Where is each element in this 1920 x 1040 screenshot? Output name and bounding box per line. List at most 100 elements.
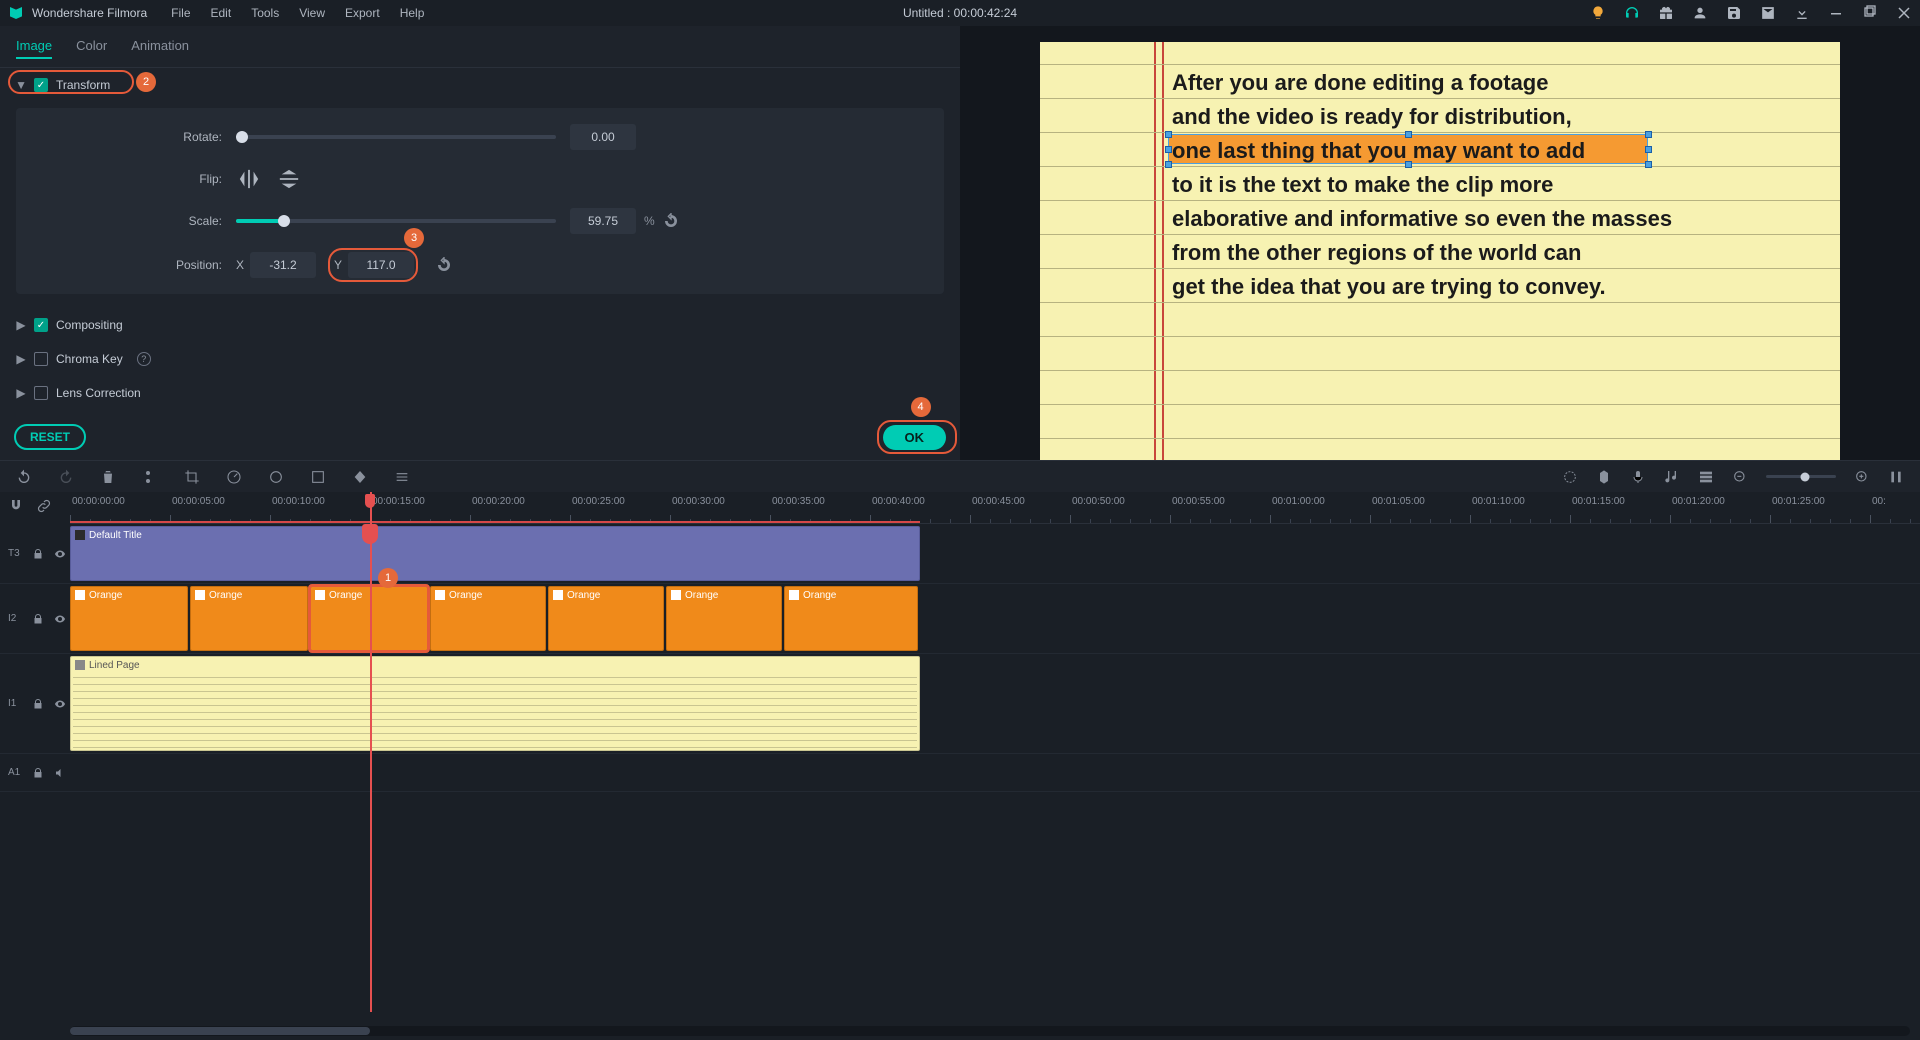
orange-clip[interactable]: Orange xyxy=(70,586,188,651)
tab-color[interactable]: Color xyxy=(76,34,107,59)
selection-handle[interactable] xyxy=(1165,146,1172,153)
split-icon[interactable] xyxy=(142,469,158,485)
section-lens-header[interactable]: ▶ Lens Correction xyxy=(12,376,948,410)
reset-button[interactable]: RESET xyxy=(14,424,86,450)
tab-image[interactable]: Image xyxy=(16,34,52,59)
lens-checkbox[interactable] xyxy=(34,386,48,400)
zoom-slider[interactable] xyxy=(1766,475,1836,478)
eye-icon[interactable] xyxy=(54,613,66,625)
flip-vertical-icon[interactable] xyxy=(276,168,302,190)
selection-handle[interactable] xyxy=(1645,131,1652,138)
render-icon[interactable] xyxy=(1562,469,1578,485)
speed-icon[interactable] xyxy=(226,469,242,485)
zoom-out-icon[interactable] xyxy=(1732,469,1748,485)
scale-slider[interactable] xyxy=(236,219,556,223)
user-icon[interactable] xyxy=(1692,5,1708,21)
selection-handle[interactable] xyxy=(1645,146,1652,153)
redo-icon[interactable] xyxy=(58,469,74,485)
magnet-icon[interactable] xyxy=(8,498,24,514)
mail-icon[interactable] xyxy=(1760,5,1776,21)
playhead-handle[interactable] xyxy=(365,494,375,508)
gift-icon[interactable] xyxy=(1658,5,1674,21)
lightbulb-icon[interactable] xyxy=(1590,5,1606,21)
eye-icon[interactable] xyxy=(54,548,66,560)
track-head-t3: T3 xyxy=(0,524,70,583)
menu-tools[interactable]: Tools xyxy=(251,6,279,20)
preview-viewport[interactable]: /*placeholder*/ After you are done editi… xyxy=(960,26,1920,518)
playhead-scissors-icon[interactable] xyxy=(362,524,378,544)
position-x-value[interactable]: -31.2 xyxy=(250,252,316,278)
link-icon[interactable] xyxy=(36,498,52,514)
download-icon[interactable] xyxy=(1794,5,1810,21)
section-compositing-header[interactable]: ▶ ✓ Compositing xyxy=(12,308,948,342)
lock-icon[interactable] xyxy=(32,767,44,779)
transform-checkbox[interactable]: ✓ xyxy=(34,78,48,92)
zoom-fit-icon[interactable] xyxy=(1888,469,1904,485)
track-manager-icon[interactable] xyxy=(1698,469,1714,485)
flip-label: Flip: xyxy=(36,172,236,186)
title-clip[interactable]: Default Title xyxy=(70,526,920,581)
document-title: Untitled : 00:00:42:24 xyxy=(903,6,1017,20)
save-icon[interactable] xyxy=(1726,5,1742,21)
timeline-horizontal-scrollbar[interactable] xyxy=(70,1026,1910,1036)
lock-icon[interactable] xyxy=(32,698,44,710)
ruler-label: 00:01:00:00 xyxy=(1272,496,1325,507)
rotate-value[interactable]: 0.00 xyxy=(570,124,636,150)
ruler-label: 00:01:15:00 xyxy=(1572,496,1625,507)
keyframe-icon[interactable] xyxy=(352,469,368,485)
lock-icon[interactable] xyxy=(32,613,44,625)
eye-icon[interactable] xyxy=(54,698,66,710)
chroma-checkbox[interactable] xyxy=(34,352,48,366)
preview-panel: /*placeholder*/ After you are done editi… xyxy=(960,26,1920,460)
scale-value[interactable]: 59.75 xyxy=(570,208,636,234)
delete-icon[interactable] xyxy=(100,469,116,485)
menu-edit[interactable]: Edit xyxy=(211,6,232,20)
compositing-checkbox[interactable]: ✓ xyxy=(34,318,48,332)
orange-clip[interactable]: Orange xyxy=(190,586,308,651)
selection-handle[interactable] xyxy=(1405,131,1412,138)
audio-mixer-icon[interactable] xyxy=(1664,469,1680,485)
app-logo-icon xyxy=(8,5,24,21)
scale-reset-icon[interactable] xyxy=(663,213,679,229)
position-y-value[interactable]: 117.0 xyxy=(348,252,414,278)
selection-handle[interactable] xyxy=(1165,131,1172,138)
orange-clip[interactable]: Orange xyxy=(784,586,918,651)
ruler-label: 00:00:10:00 xyxy=(272,496,325,507)
flip-horizontal-icon[interactable] xyxy=(236,168,262,190)
tab-animation[interactable]: Animation xyxy=(131,34,189,59)
timeline-ruler[interactable]: 00:00:00:0000:00:05:0000:00:10:0000:00:1… xyxy=(70,492,1920,524)
crop-icon[interactable] xyxy=(184,469,200,485)
ruler-label: 00:00:45:00 xyxy=(972,496,1025,507)
selection-handle[interactable] xyxy=(1165,161,1172,168)
rotate-slider[interactable] xyxy=(236,135,556,139)
undo-icon[interactable] xyxy=(16,469,32,485)
marker-icon[interactable] xyxy=(1596,469,1612,485)
menu-file[interactable]: File xyxy=(171,6,190,20)
section-transform-header[interactable]: ▼ ✓ Transform xyxy=(12,68,114,102)
color-icon[interactable] xyxy=(268,469,284,485)
menu-help[interactable]: Help xyxy=(400,6,425,20)
headphones-icon[interactable] xyxy=(1624,5,1640,21)
green-screen-icon[interactable] xyxy=(310,469,326,485)
orange-clip[interactable]: Orange xyxy=(548,586,664,651)
lined-page-clip[interactable]: Lined Page xyxy=(70,656,920,751)
mute-icon[interactable] xyxy=(54,767,66,779)
close-button[interactable] xyxy=(1896,5,1912,21)
orange-clip[interactable]: Orange xyxy=(666,586,782,651)
ruler-label: 00:00:40:00 xyxy=(872,496,925,507)
orange-clip[interactable]: Orange xyxy=(430,586,546,651)
minimize-button[interactable] xyxy=(1828,5,1844,21)
voiceover-icon[interactable] xyxy=(1630,469,1646,485)
section-chroma-header[interactable]: ▶ Chroma Key ? xyxy=(12,342,948,376)
menu-view[interactable]: View xyxy=(299,6,325,20)
position-reset-icon[interactable] xyxy=(436,257,452,273)
ok-button[interactable]: OK xyxy=(883,425,947,450)
help-icon[interactable]: ? xyxy=(137,352,151,366)
menu-export[interactable]: Export xyxy=(345,6,380,20)
selection-handle[interactable] xyxy=(1645,161,1652,168)
maximize-button[interactable] xyxy=(1862,5,1878,21)
orange-clip[interactable]: Orange xyxy=(310,586,428,651)
zoom-in-icon[interactable] xyxy=(1854,469,1870,485)
lock-icon[interactable] xyxy=(32,548,44,560)
adjust-icon[interactable] xyxy=(394,469,410,485)
